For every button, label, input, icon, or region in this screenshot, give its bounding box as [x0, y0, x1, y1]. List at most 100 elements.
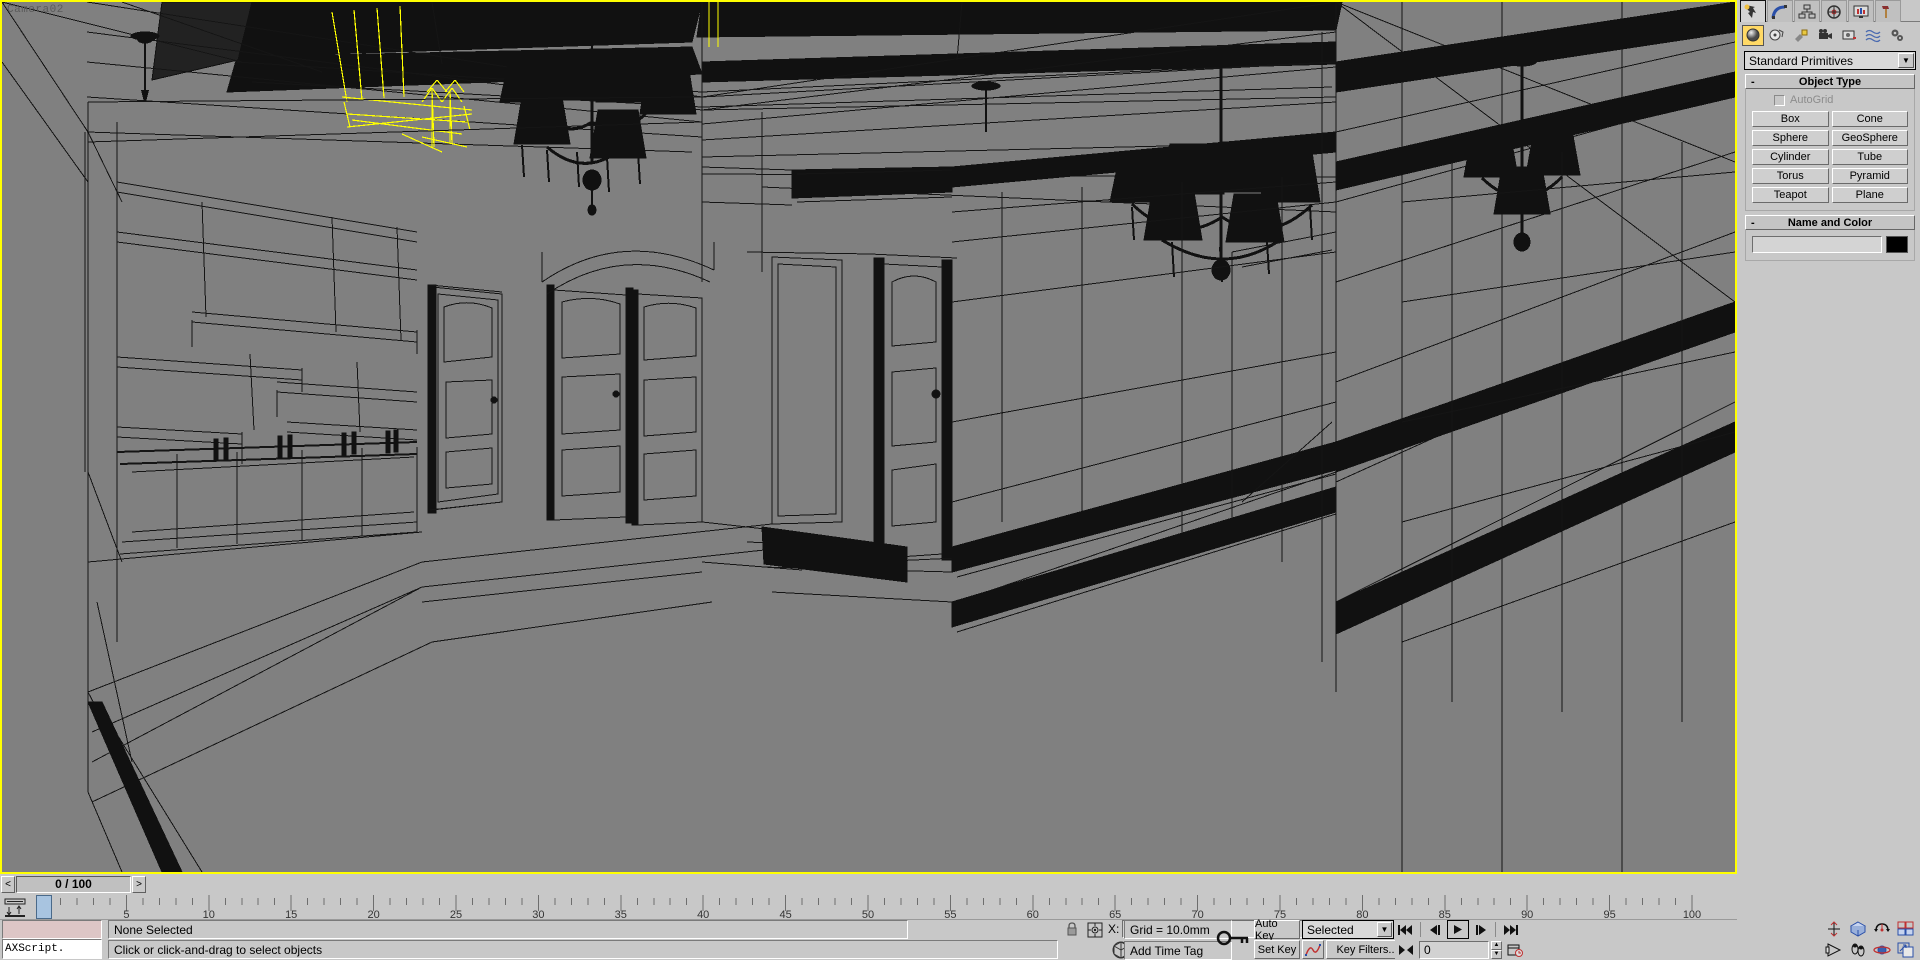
autogrid-checkbox[interactable]: [1774, 94, 1785, 106]
status-fields: None Selected Click or click-and-drag to…: [108, 920, 1058, 960]
display-tab[interactable]: [1848, 0, 1874, 22]
cone-button[interactable]: Cone: [1831, 111, 1908, 127]
object-type-rollout: - Object Type AutoGrid Box Cone Sphere G…: [1745, 74, 1915, 211]
set-key-button[interactable]: Set Key: [1254, 940, 1300, 959]
key-icon[interactable]: [1216, 928, 1250, 948]
hierarchy-tab[interactable]: [1794, 0, 1820, 22]
arc-rotate-button[interactable]: [1870, 920, 1893, 939]
track-bar[interactable]: 0510152025303540455055606570758085909510…: [0, 894, 1737, 920]
lower-interface: < 0 / 100 > 0 5 10 15 20 25 30 35 40 45 50 55 60 65 70…: [0, 874, 1920, 960]
maxscript-listener[interactable]: AXScript.: [2, 920, 102, 960]
svg-text:90: 90: [1521, 909, 1533, 920]
geometry-category[interactable]: [1742, 24, 1764, 46]
name-and-color-header[interactable]: - Name and Color: [1745, 215, 1915, 230]
viewport-area: Camera02: [0, 0, 1737, 874]
previous-frame-button[interactable]: [1424, 920, 1446, 939]
separator: [1495, 922, 1496, 937]
walk-icon: [1851, 943, 1864, 957]
sphere-icon: [1746, 28, 1760, 42]
status-bar: AXScript. None Selected Click or click-a…: [0, 918, 1920, 960]
plane-button[interactable]: Plane: [1831, 187, 1908, 203]
x-label: X:: [1108, 922, 1120, 936]
autogrid-label: AutoGrid: [1790, 94, 1834, 106]
hierarchy-icon: [1798, 4, 1816, 18]
next-frame-button[interactable]: [1470, 920, 1492, 939]
spinner-up[interactable]: ▲: [1491, 940, 1502, 950]
object-color-swatch[interactable]: [1886, 236, 1908, 253]
spacewarps-category[interactable]: [1862, 24, 1884, 46]
prompt-line: Click or click-and-drag to select object…: [108, 940, 1058, 959]
timeline-ruler[interactable]: 0510152025303540455055606570758085909510…: [0, 894, 1737, 920]
create-tab[interactable]: [1740, 0, 1766, 22]
svg-text:50: 50: [862, 909, 874, 920]
time-slider-row: < 0 / 100 >: [0, 874, 1737, 894]
current-frame-input[interactable]: 0: [1419, 940, 1489, 959]
torus-button[interactable]: Torus: [1752, 168, 1829, 184]
absolute-relative-toggle[interactable]: [1085, 920, 1105, 939]
chevron-down-icon[interactable]: ▼: [1377, 922, 1392, 937]
pyramid-button[interactable]: Pyramid: [1831, 168, 1908, 184]
selection-set-dropdown[interactable]: Selected ▼: [1302, 920, 1394, 939]
frame-counter[interactable]: 0 / 100: [16, 875, 131, 893]
lights-category[interactable]: [1790, 24, 1812, 46]
play-animation-button[interactable]: [1447, 920, 1469, 939]
collapse-icon[interactable]: -: [1751, 76, 1755, 88]
frame-spinner[interactable]: ▲ ▼: [1491, 940, 1502, 959]
utilities-tab[interactable]: [1875, 0, 1901, 22]
camera-viewport[interactable]: Camera02: [0, 0, 1737, 874]
maxscript-output[interactable]: AXScript.: [2, 939, 102, 959]
key-mode-toggle-button[interactable]: [1395, 940, 1417, 959]
zoom-all-button[interactable]: [1846, 920, 1869, 939]
previous-frame-arrow[interactable]: <: [1, 875, 15, 893]
object-name-input[interactable]: [1752, 236, 1882, 253]
teapot-button[interactable]: Teapot: [1752, 187, 1829, 203]
zoom-icon: [1827, 921, 1840, 937]
go-to-start-button[interactable]: [1395, 920, 1417, 939]
previous-frame-icon: [1430, 924, 1440, 935]
maxscript-input[interactable]: [2, 920, 102, 939]
go-to-end-button[interactable]: [1499, 920, 1521, 939]
maximize-viewport-button[interactable]: [1894, 920, 1917, 939]
box-button[interactable]: Box: [1752, 111, 1829, 127]
motion-tab[interactable]: [1821, 0, 1847, 22]
name-color-row: [1752, 236, 1908, 253]
orbit-camera-button[interactable]: [1870, 941, 1893, 960]
next-frame-arrow[interactable]: >: [132, 875, 146, 893]
svg-text:80: 80: [1356, 909, 1368, 920]
go-to-start-icon: [1398, 924, 1412, 935]
parameter-curve-button[interactable]: [1302, 940, 1324, 959]
autogrid-row[interactable]: AutoGrid: [1752, 94, 1908, 106]
selection-lock-toggle[interactable]: [1062, 920, 1082, 939]
modify-tab[interactable]: [1767, 0, 1793, 22]
systems-category[interactable]: [1886, 24, 1908, 46]
cylinder-button[interactable]: Cylinder: [1752, 149, 1829, 165]
tube-button[interactable]: Tube: [1831, 149, 1908, 165]
camera-icon: [1819, 29, 1832, 39]
subcategory-dropdown[interactable]: Standard Primitives ▼: [1744, 51, 1916, 70]
helpers-category[interactable]: [1838, 24, 1860, 46]
zoom-all-icon: [1849, 921, 1866, 937]
time-slider-handle[interactable]: [36, 895, 52, 919]
separator: [1420, 922, 1421, 937]
collapse-icon[interactable]: -: [1751, 217, 1755, 229]
svg-text:85: 85: [1439, 909, 1451, 920]
field-of-view-button[interactable]: [1822, 941, 1845, 960]
cameras-category[interactable]: [1814, 24, 1836, 46]
time-configuration-button[interactable]: [1504, 940, 1526, 959]
geosphere-button[interactable]: GeoSphere: [1831, 130, 1908, 146]
spinner-down[interactable]: ▼: [1491, 949, 1502, 959]
viewport-label[interactable]: Camera02: [7, 4, 64, 16]
svg-text:95: 95: [1603, 909, 1615, 920]
orbit-icon: [1872, 945, 1891, 955]
playback-controls: [1395, 920, 1525, 939]
min-max-toggle-button[interactable]: [1894, 941, 1917, 960]
sphere-button[interactable]: Sphere: [1752, 130, 1829, 146]
subcategory-value: Standard Primitives: [1749, 53, 1854, 68]
zoom-button[interactable]: [1822, 920, 1845, 939]
chevron-down-icon[interactable]: ▼: [1898, 53, 1914, 68]
walk-through-button[interactable]: [1846, 941, 1869, 960]
command-panel-tabs: [1740, 0, 1920, 22]
auto-key-button[interactable]: Auto Key: [1254, 918, 1300, 942]
shapes-category[interactable]: [1766, 24, 1788, 46]
object-type-header[interactable]: - Object Type: [1745, 74, 1915, 89]
